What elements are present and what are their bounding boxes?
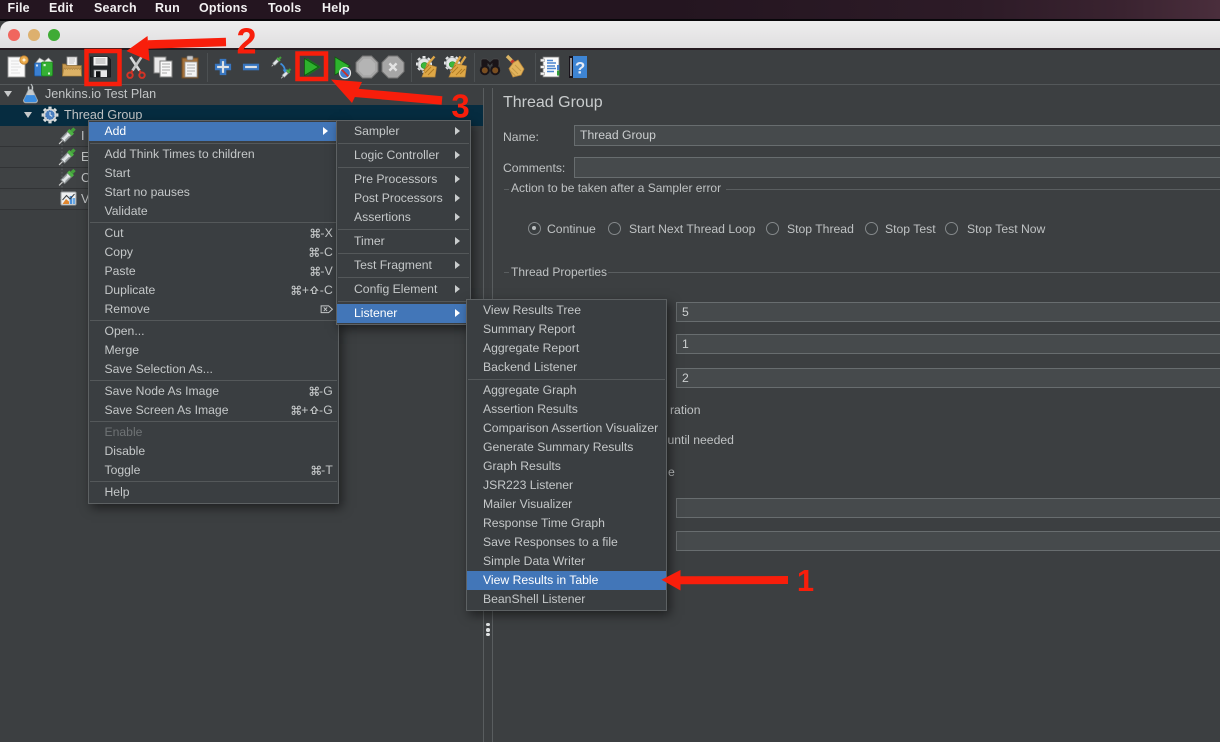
svg-text:?: ? [575,59,585,78]
